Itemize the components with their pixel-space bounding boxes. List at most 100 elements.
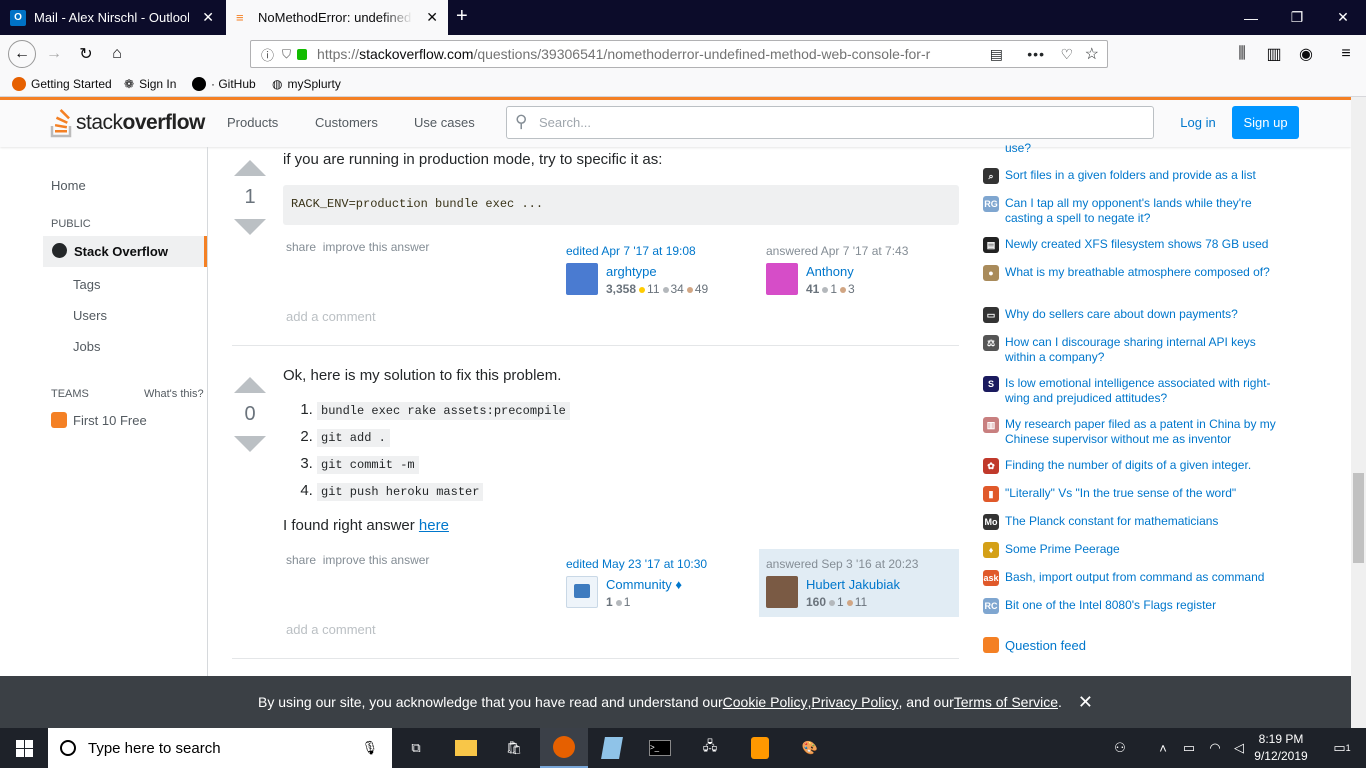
share-link[interactable]: share bbox=[286, 553, 316, 567]
minimize-icon[interactable]: — bbox=[1228, 0, 1274, 35]
bookmark-github[interactable]: · GitHub bbox=[192, 77, 256, 91]
new-tab-button[interactable]: + bbox=[456, 5, 468, 28]
bookmark-sign-in[interactable]: ❁ Sign In bbox=[124, 77, 176, 91]
author-card: Anthony 41 1 3 bbox=[806, 264, 855, 296]
login-button[interactable]: Log in bbox=[1166, 106, 1230, 139]
sidebar-tags[interactable]: Tags bbox=[73, 277, 100, 292]
author-name[interactable]: Hubert Jakubiak bbox=[806, 577, 900, 592]
bookmark-getting-started[interactable]: Getting Started bbox=[12, 77, 112, 91]
step-code: bundle exec rake assets:precompile bbox=[317, 402, 570, 420]
close-window-icon[interactable]: ✕ bbox=[1320, 0, 1366, 35]
info-icon: ⓘ bbox=[261, 47, 275, 63]
add-comment-link[interactable]: add a comment bbox=[286, 309, 376, 324]
sidebar-first10[interactable]: First 10 Free bbox=[51, 412, 147, 428]
more-actions-icon[interactable]: ••• bbox=[1027, 46, 1045, 62]
whats-this-link[interactable]: What's this? bbox=[144, 388, 204, 400]
close-tab-icon[interactable]: ✕ bbox=[426, 9, 438, 26]
site-icon: S bbox=[983, 376, 999, 392]
pocket-icon[interactable]: ♡ bbox=[1060, 46, 1073, 63]
close-icon[interactable]: ✕ bbox=[1078, 692, 1093, 713]
nav-customers[interactable]: Customers bbox=[315, 115, 378, 130]
nav-use-cases[interactable]: Use cases bbox=[414, 115, 475, 130]
reload-icon[interactable]: ↻ bbox=[74, 42, 98, 66]
microphone-icon[interactable]: 🎙 bbox=[361, 740, 378, 756]
taskbar-search-input[interactable]: Type here to search 🎙 bbox=[48, 728, 392, 768]
avatar[interactable] bbox=[566, 263, 598, 295]
edited-link[interactable]: edited May 23 '17 at 10:30 bbox=[566, 557, 707, 571]
paint-icon[interactable]: 🎨 bbox=[786, 728, 834, 768]
cookie-sep: , and our bbox=[898, 694, 954, 710]
bookmark-star-icon[interactable]: ☆ bbox=[1085, 44, 1099, 64]
file-explorer-icon[interactable] bbox=[442, 728, 490, 768]
shield-icon: ⛉ bbox=[282, 46, 292, 61]
terminal-icon[interactable]: >_ bbox=[636, 728, 684, 768]
store-icon[interactable]: 🛍 bbox=[490, 728, 538, 768]
signup-button[interactable]: Sign up bbox=[1232, 106, 1299, 139]
cookie-policy-link[interactable]: Cookie Policy bbox=[723, 694, 808, 710]
avatar[interactable] bbox=[566, 576, 598, 608]
avatar[interactable] bbox=[766, 576, 798, 608]
share-link[interactable]: share bbox=[286, 240, 316, 254]
sublime-icon[interactable] bbox=[736, 728, 784, 768]
extension-icon[interactable]: ◉ bbox=[1294, 42, 1318, 66]
reader-view-icon[interactable]: ▤ bbox=[990, 46, 1003, 63]
library-icon[interactable]: ⫼ bbox=[1230, 42, 1254, 66]
add-comment-link[interactable]: add a comment bbox=[286, 622, 376, 637]
improve-link[interactable]: improve this answer bbox=[323, 240, 430, 254]
question-feed-link[interactable]: Question feed bbox=[983, 637, 1086, 653]
people-icon[interactable]: ⚇ bbox=[1104, 728, 1136, 768]
nav-products[interactable]: Products bbox=[227, 115, 278, 130]
author-name[interactable]: Anthony bbox=[806, 264, 855, 279]
browser-nav-bar: ← → ↻ ⌂ ⓘ ⛉ https://stackoverflow.com/qu… bbox=[0, 35, 1366, 73]
sidebar-item-label: Stack Overflow bbox=[74, 244, 168, 259]
windows-start-icon[interactable] bbox=[0, 728, 48, 768]
editor-name[interactable]: Community ♦ bbox=[606, 577, 682, 592]
home-icon[interactable]: ⌂ bbox=[105, 42, 129, 66]
wifi-icon[interactable]: ◠ bbox=[1202, 728, 1228, 768]
here-link[interactable]: here bbox=[419, 517, 449, 534]
editor-name[interactable]: arghtype bbox=[606, 264, 708, 279]
scrollbar-thumb[interactable] bbox=[1353, 473, 1364, 563]
so-logo[interactable]: stackoverflow bbox=[50, 108, 205, 138]
site-icon: ask bbox=[983, 570, 999, 586]
battery-icon[interactable]: ▭ bbox=[1176, 728, 1202, 768]
task-view-icon[interactable]: ⧉ bbox=[392, 728, 440, 768]
sidebar-home[interactable]: Home bbox=[51, 178, 86, 193]
upvote-icon[interactable] bbox=[234, 377, 266, 393]
restore-icon[interactable]: ❐ bbox=[1274, 0, 1320, 35]
search-input[interactable]: ⚲ Search... bbox=[506, 106, 1154, 139]
github-icon bbox=[192, 77, 206, 91]
sidebar-toggle-icon[interactable]: ▥ bbox=[1262, 42, 1286, 66]
tab-title: NoMethodError: undefined method bbox=[258, 10, 413, 25]
menu-icon[interactable]: ≡ bbox=[1334, 42, 1358, 66]
chevron-up-icon[interactable]: ˄ bbox=[1150, 728, 1176, 768]
downvote-icon[interactable] bbox=[234, 219, 266, 235]
bookmark-mysplurty[interactable]: ◍ mySplurty bbox=[272, 77, 341, 91]
forward-icon[interactable]: → bbox=[42, 42, 66, 66]
sidebar-users[interactable]: Users bbox=[73, 308, 107, 323]
notification-icon[interactable]: ▭ 1 bbox=[1318, 728, 1366, 768]
upvote-icon[interactable] bbox=[234, 160, 266, 176]
close-tab-icon[interactable]: ✕ bbox=[202, 9, 214, 26]
tab-stackoverflow[interactable]: ≡ NoMethodError: undefined method ✕ bbox=[226, 0, 448, 35]
page-scrollbar[interactable] bbox=[1351, 97, 1366, 728]
privacy-policy-link[interactable]: Privacy Policy bbox=[811, 694, 898, 710]
tab-outlook[interactable]: O Mail - Alex Nirschl - Outlook ✕ bbox=[0, 0, 224, 35]
sidebar-item-stackoverflow[interactable]: Stack Overflow bbox=[43, 236, 207, 267]
terms-link[interactable]: Terms of Service bbox=[954, 694, 1058, 710]
improve-link[interactable]: improve this answer bbox=[323, 553, 430, 567]
edited-link[interactable]: edited Apr 7 '17 at 19:08 bbox=[566, 244, 696, 258]
volume-icon[interactable]: ◁ bbox=[1226, 728, 1252, 768]
back-icon[interactable]: ← bbox=[8, 40, 36, 68]
answer-text: if you are running in production mode, t… bbox=[283, 151, 663, 168]
url-bar[interactable]: ⓘ ⛉ https://stackoverflow.com/questions/… bbox=[250, 40, 1108, 68]
avatar[interactable] bbox=[766, 263, 798, 295]
notepad-icon[interactable] bbox=[588, 728, 636, 768]
remote-desktop-icon[interactable]: 🖧 bbox=[686, 728, 734, 768]
firefox-taskbar-icon[interactable] bbox=[540, 728, 588, 768]
site-icon: ▭ bbox=[983, 307, 999, 323]
clock[interactable]: 8:19 PM 9/12/2019 bbox=[1252, 731, 1310, 765]
tab-title: Mail - Alex Nirschl - Outlook bbox=[34, 10, 189, 25]
sidebar-jobs[interactable]: Jobs bbox=[73, 339, 100, 354]
downvote-icon[interactable] bbox=[234, 436, 266, 452]
